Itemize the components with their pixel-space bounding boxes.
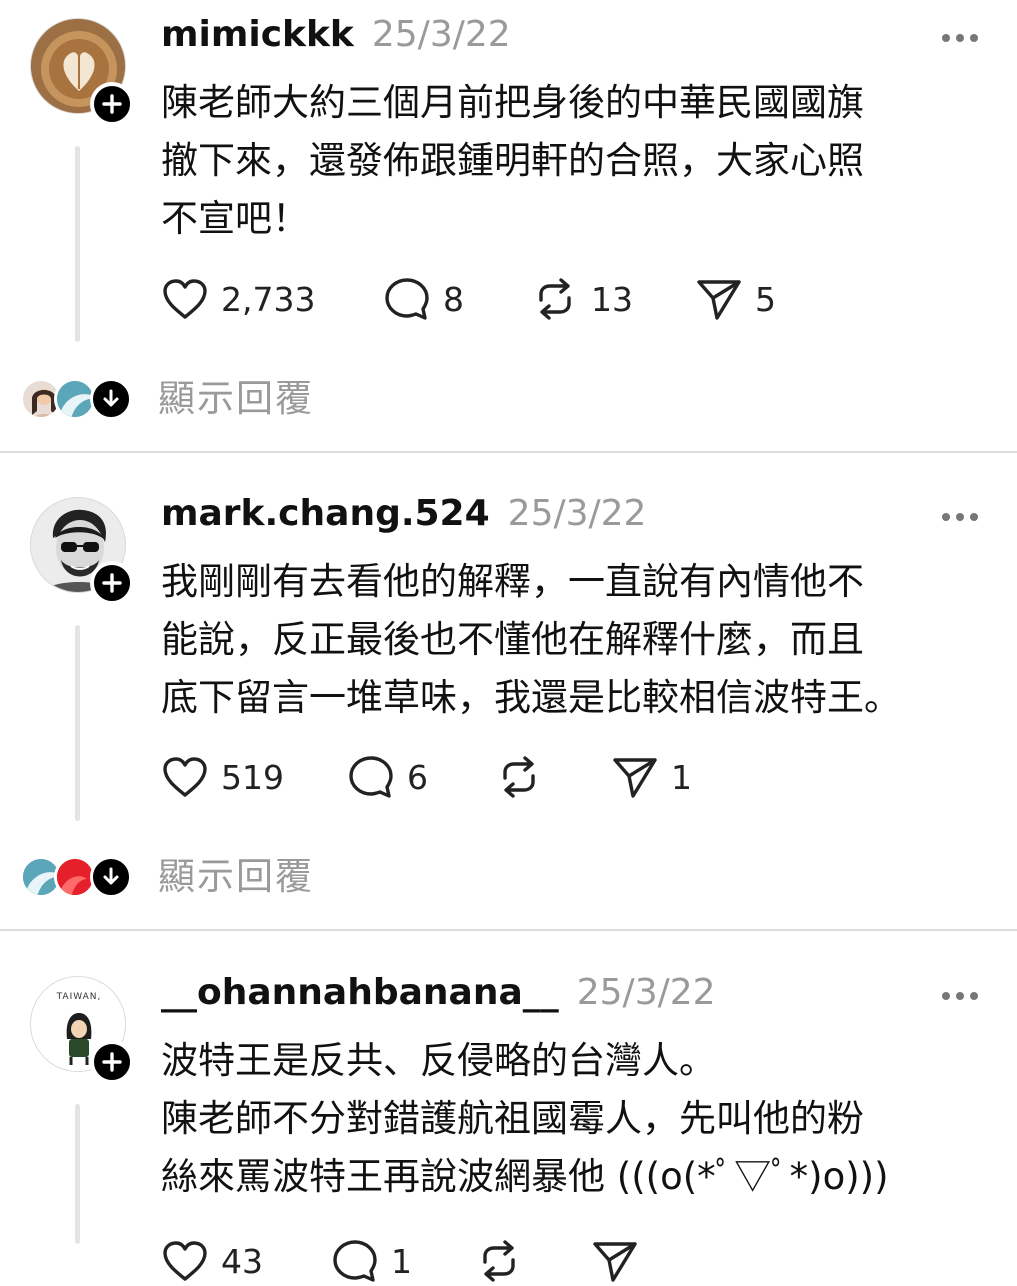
comment-bubble-icon [349,756,393,798]
post-text-line: 不宣吧！ [161,197,309,240]
follow-button[interactable] [90,1040,134,1084]
comment-count: 1 [391,1241,412,1281]
post-text-line: 底下留言一堆草味，我還是比較相信波特王。 [161,676,901,719]
action-bar: 519 6 1 [161,752,981,802]
more-options-button[interactable] [940,505,980,529]
heart-icon [163,1241,207,1281]
post-text-line: 波特王是反共、反侵略的台灣人。 [161,1039,716,1082]
show-replies-row[interactable]: 顯示回覆 [20,852,520,902]
post-date: 25/3/22 [507,493,647,534]
more-dots-icon [942,34,978,42]
comment-button[interactable]: 8 [383,274,464,324]
more-dots-icon [942,992,978,1000]
post-text-line: 我剛剛有去看他的解釋，一直說有內情他不 [161,560,864,603]
send-icon [613,758,657,798]
post-date: 25/3/22 [371,14,511,55]
post-text: 波特王是反共、反侵略的台灣人。 陳老師不分對錯護航祖國霉人，先叫他的粉 絲來罵波… [161,1032,991,1206]
share-button[interactable]: 5 [695,274,776,324]
post-header: __ohannahbanana__ 25/3/22 [161,972,716,1013]
share-button[interactable]: 1 [611,752,692,802]
follow-button[interactable] [90,82,134,126]
share-count: 5 [755,279,776,319]
plus-icon [102,573,122,593]
post-mimickkk: mimickkk 25/3/22 陳老師大約三個月前把身後的中華民國國旗 撤下來，… [0,0,1017,452]
post-text-line: 撤下來，還發佈跟鍾明軒的合照，大家心照 [161,139,864,182]
heart-icon [163,757,207,797]
heart-icon [163,279,207,319]
comment-bubble-icon [333,1240,377,1282]
more-options-button[interactable] [940,984,980,1008]
post-text: 我剛剛有去看他的解釋，一直說有內情他不 能說，反正最後也不懂他在解釋什麼，而且 … [161,553,991,727]
send-icon [697,280,741,320]
like-count: 2,733 [221,279,316,319]
username[interactable]: mark.chang.524 [161,493,490,534]
action-bar: 2,733 8 13 5 [161,274,981,324]
divider [0,929,1017,931]
repost-icon [539,278,571,320]
post-text-line: 陳老師不分對錯護航祖國霉人，先叫他的粉 [161,1097,864,1140]
repost-count: 13 [591,279,633,319]
share-count: 1 [671,757,692,797]
post-text-line: 陳老師大約三個月前把身後的中華民國國旗 [161,81,864,124]
like-count: 43 [221,1241,263,1281]
show-replies-label[interactable]: 顯示回覆 [158,374,314,424]
show-replies-label[interactable]: 顯示回覆 [158,852,314,902]
more-dots-icon [942,513,978,521]
comment-count: 6 [407,757,428,797]
expand-replies-button[interactable] [90,378,132,420]
repost-button[interactable] [495,752,555,802]
post-text-line: 絲來罵波特王再說波網暴他 (((o(*ﾟ▽ﾟ*)o))) [161,1155,889,1198]
arrow-down-icon [103,389,119,407]
divider [0,451,1017,453]
comment-button[interactable]: 1 [331,1236,412,1286]
repost-button[interactable] [475,1236,535,1286]
post-header: mimickkk 25/3/22 [161,14,511,55]
more-options-button[interactable] [940,26,980,50]
action-bar: 43 1 [161,1236,981,1286]
post-date: 25/3/22 [576,972,716,1013]
like-count: 519 [221,757,284,797]
username[interactable]: __ohannahbanana__ [161,972,559,1013]
arrow-down-icon [103,867,119,885]
post-text: 陳老師大約三個月前把身後的中華民國國旗 撤下來，還發佈跟鍾明軒的合照，大家心照 … [161,74,991,248]
avatar-lettering: TAIWAN, [56,992,102,1002]
like-button[interactable]: 43 [161,1236,263,1286]
repost-button[interactable]: 13 [531,274,633,324]
thread-line [75,146,80,342]
repost-icon [503,756,535,798]
post-text-line: 能說，反正最後也不懂他在解釋什麼，而且 [161,618,864,661]
show-replies-row[interactable]: 顯示回覆 [20,374,520,424]
post-ohannahbanana: TAIWAN, __ohannahbanana__ 25/3/22 波特王是反共、… [0,958,1017,1282]
comment-button[interactable]: 6 [347,752,428,802]
send-icon [593,1242,637,1282]
username[interactable]: mimickkk [161,14,354,55]
comment-count: 8 [443,279,464,319]
repost-icon [483,1240,515,1282]
plus-icon [102,94,122,114]
like-button[interactable]: 519 [161,752,284,802]
post-mark-chang: mark.chang.524 25/3/22 我剛剛有去看他的解釋，一直說有內情他… [0,479,1017,931]
plus-icon [102,1052,122,1072]
follow-button[interactable] [90,561,134,605]
like-button[interactable]: 2,733 [161,274,315,324]
comment-bubble-icon [385,278,429,320]
post-header: mark.chang.524 25/3/22 [161,493,646,534]
expand-replies-button[interactable] [90,856,132,898]
share-button[interactable] [591,1236,651,1286]
thread-line [75,1104,80,1244]
thread-line [75,625,80,821]
